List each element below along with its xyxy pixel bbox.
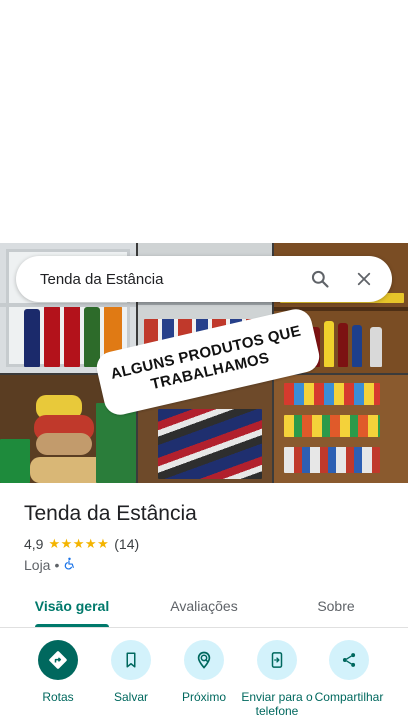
action-bar: Rotas Salvar Próximo Enviar para o telef…: [0, 640, 408, 726]
search-bar[interactable]: Tenda da Estância: [16, 256, 392, 302]
send-to-phone-icon: [257, 640, 297, 680]
save-label: Salvar: [113, 690, 148, 704]
directions-icon: [38, 640, 78, 680]
save-button[interactable]: Salvar: [93, 640, 169, 704]
share-label: Compartilhar: [314, 690, 384, 704]
directions-button[interactable]: Rotas: [20, 640, 96, 704]
close-icon[interactable]: [350, 265, 378, 293]
send-to-phone-button[interactable]: Enviar para o telefone: [239, 640, 315, 718]
place-tabs: Visão geral Avaliações Sobre: [0, 584, 408, 628]
directions-label: Rotas: [42, 690, 74, 704]
photo-packaged-goods[interactable]: [274, 375, 408, 483]
rating-row[interactable]: 4,9 ★★★★★ (14): [24, 536, 139, 552]
tab-about[interactable]: Sobre: [288, 584, 384, 627]
tab-reviews[interactable]: Avaliações: [156, 584, 252, 627]
active-tab-indicator: [35, 624, 109, 627]
map-blank-area: [0, 0, 408, 243]
share-button[interactable]: Compartilhar: [311, 640, 387, 704]
rating-value: 4,9: [24, 536, 44, 552]
place-title: Tenda da Estância: [24, 502, 197, 525]
separator-dot: •: [54, 557, 60, 573]
nearby-button[interactable]: Próximo: [166, 640, 242, 704]
bookmark-icon: [111, 640, 151, 680]
review-count[interactable]: (14): [114, 536, 139, 552]
search-icon[interactable]: [306, 265, 334, 293]
nearby-icon: [184, 640, 224, 680]
send-to-phone-label: Enviar para o telefone: [241, 690, 313, 718]
share-icon: [329, 640, 369, 680]
category-row: Loja •: [24, 557, 76, 573]
place-category: Loja: [24, 557, 51, 573]
search-input[interactable]: Tenda da Estância: [40, 271, 306, 288]
tab-overview[interactable]: Visão geral: [24, 584, 120, 627]
nearby-label: Próximo: [181, 690, 226, 704]
wheelchair-icon: [63, 557, 76, 573]
rating-stars: ★★★★★: [48, 536, 110, 551]
